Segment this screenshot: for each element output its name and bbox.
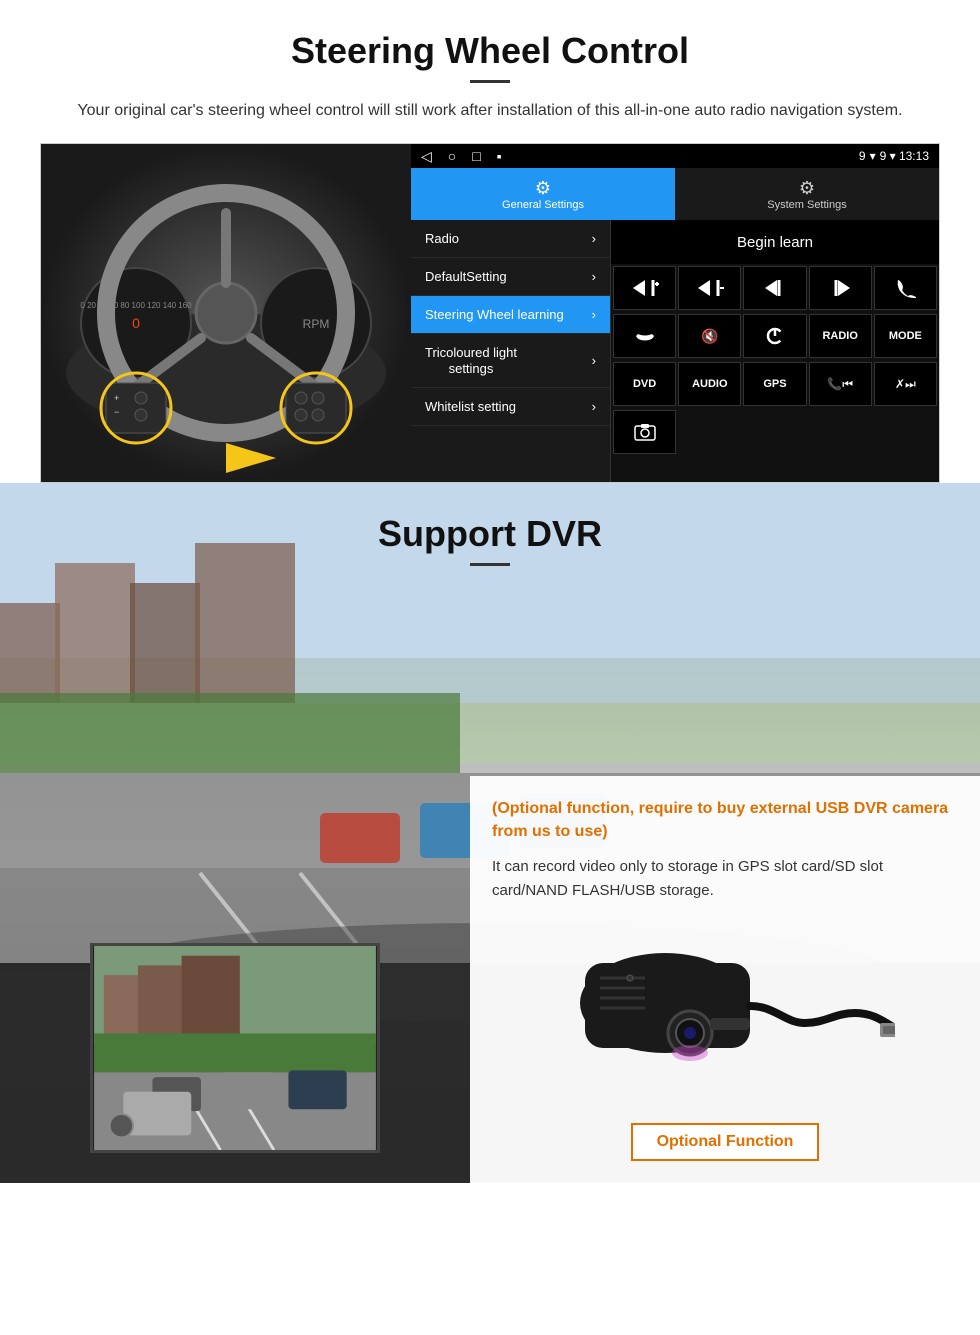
android-content: Radio › DefaultSetting › Steering Wheel … — [411, 220, 939, 482]
menu-item-radio[interactable]: Radio › — [411, 220, 610, 258]
steering-wheel-graphic: 0 20 40 60 80 100 120 140 160 0 RPM — [56, 153, 396, 473]
power-icon — [765, 326, 785, 346]
svg-text:−: − — [114, 407, 119, 417]
ctrl-mode[interactable]: MODE — [874, 314, 937, 358]
ctrl-prev[interactable] — [743, 266, 806, 310]
prev-plus-icon — [631, 278, 659, 298]
menu-item-default-label: DefaultSetting — [425, 269, 507, 284]
steering-description: Your original car's steering wheel contr… — [60, 99, 920, 123]
tab-general-settings[interactable]: ⚙ General Settings — [411, 168, 675, 220]
dvr-description: It can record video only to storage in G… — [492, 855, 958, 903]
signal-icon: 9 — [859, 149, 866, 163]
next-icon — [828, 278, 852, 298]
dvr-info-card: (Optional function, require to buy exter… — [470, 776, 980, 1183]
svg-text:0: 0 — [132, 315, 140, 331]
ctrl-radio[interactable]: RADIO — [809, 314, 872, 358]
menu-item-whitelist-label: Whitelist setting — [425, 399, 516, 414]
dvr-camera-area — [492, 923, 958, 1103]
svg-text:+: + — [114, 393, 119, 403]
steering-section: Steering Wheel Control Your original car… — [0, 0, 980, 483]
menu-item-radio-label: Radio — [425, 231, 459, 246]
steering-title: Steering Wheel Control — [40, 30, 940, 72]
optional-function-button[interactable]: Optional Function — [631, 1123, 820, 1161]
control-grid-row3: DVD AUDIO GPS 📞⏮ ✗⏭ — [611, 360, 939, 408]
ctrl-mute[interactable]: 🔇 — [678, 314, 741, 358]
prev-icon — [763, 278, 787, 298]
statusbar-time: 9 ▾ 13:13 — [880, 149, 929, 163]
tab-general-label: General Settings — [502, 199, 584, 211]
prev-minus-icon — [696, 278, 724, 298]
hangup-icon — [634, 326, 656, 346]
dvr-left-column — [0, 943, 470, 1183]
menu-panel: Radio › DefaultSetting › Steering Wheel … — [411, 220, 611, 482]
back-icon[interactable]: ◁ — [421, 148, 432, 165]
android-tabs: ⚙ General Settings ⚙ System Settings — [411, 168, 939, 220]
statusbar-nav: ◁ ○ □ ▪ — [421, 148, 502, 165]
dvr-camera-svg — [555, 923, 895, 1103]
dvr-content: Support DVR — [0, 483, 980, 566]
menu-item-whitelist[interactable]: Whitelist setting › — [411, 388, 610, 426]
ctrl-dvd[interactable]: DVD — [613, 362, 676, 406]
ctrl-audio[interactable]: AUDIO — [678, 362, 741, 406]
wifi-icon: ▾ — [870, 149, 876, 163]
control-grid-row2: 🔇 RADIO MODE — [611, 312, 939, 360]
menu-item-default[interactable]: DefaultSetting › — [411, 258, 610, 296]
statusbar-right-icons: 9 ▾ 9 ▾ 13:13 — [859, 149, 929, 163]
chevron-icon-4: › — [592, 353, 596, 368]
dvr-section: Support DVR — [0, 483, 980, 1183]
gear-icon: ⚙ — [535, 178, 551, 199]
ctrl-phone-prev[interactable]: 📞⏮ — [809, 362, 872, 406]
chevron-icon-5: › — [592, 399, 596, 414]
ctrl-mute-next[interactable]: ✗⏭ — [874, 362, 937, 406]
dvr-title: Support DVR — [0, 513, 980, 555]
steering-wheel-svg: 0 20 40 60 80 100 120 140 160 0 RPM — [56, 153, 396, 473]
control-grid-row1 — [611, 264, 939, 312]
steering-photo: 0 20 40 60 80 100 120 140 160 0 RPM — [41, 144, 411, 482]
dvr-overlay: (Optional function, require to buy exter… — [0, 776, 980, 1183]
menu-icon[interactable]: ▪ — [497, 148, 502, 164]
begin-learn-row: Begin learn — [611, 220, 939, 264]
ctrl-camera[interactable] — [613, 410, 676, 454]
dvr-divider — [470, 563, 510, 566]
recents-icon[interactable]: □ — [472, 148, 480, 164]
optional-function-area: Optional Function — [492, 1123, 958, 1161]
camera-icon — [633, 422, 657, 442]
ctrl-next[interactable] — [809, 266, 872, 310]
dvr-optional-text: (Optional function, require to buy exter… — [492, 798, 958, 843]
tab-system-settings[interactable]: ⚙ System Settings — [675, 168, 939, 220]
menu-item-tricoloured-label: Tricoloured lightsettings — [425, 345, 517, 376]
dvr-title-area: Support DVR — [0, 513, 980, 566]
svg-text:RPM: RPM — [303, 317, 330, 331]
chevron-icon: › — [592, 231, 596, 246]
phone-icon — [894, 278, 916, 298]
ctrl-power[interactable] — [743, 314, 806, 358]
control-grid-row4 — [611, 408, 939, 456]
ctrl-gps[interactable]: GPS — [743, 362, 806, 406]
settings-icon: ⚙ — [799, 178, 815, 199]
ctrl-phone[interactable] — [874, 266, 937, 310]
menu-item-steering-label: Steering Wheel learning — [425, 307, 564, 322]
tab-system-label: System Settings — [767, 199, 846, 211]
home-icon[interactable]: ○ — [448, 148, 456, 164]
menu-item-steering[interactable]: Steering Wheel learning › — [411, 296, 610, 334]
android-ui-panel: ◁ ○ □ ▪ 9 ▾ 9 ▾ 13:13 ⚙ General Settings — [411, 144, 939, 482]
dvr-preview-svg — [93, 946, 377, 1150]
begin-learn-button[interactable]: Begin learn — [611, 220, 939, 264]
android-statusbar: ◁ ○ □ ▪ 9 ▾ 9 ▾ 13:13 — [411, 144, 939, 168]
control-panel: Begin learn — [611, 220, 939, 482]
begin-learn-area: Begin learn — [611, 220, 939, 264]
ctrl-hangup[interactable] — [613, 314, 676, 358]
chevron-icon-2: › — [592, 269, 596, 284]
chevron-icon-3: › — [592, 307, 596, 322]
menu-item-tricoloured[interactable]: Tricoloured lightsettings › — [411, 334, 610, 388]
ctrl-prev-minus[interactable] — [678, 266, 741, 310]
steering-ui-container: 0 20 40 60 80 100 120 140 160 0 RPM — [40, 143, 940, 483]
ctrl-prev-plus[interactable] — [613, 266, 676, 310]
dvr-screen-preview — [90, 943, 380, 1153]
steering-divider — [470, 80, 510, 83]
